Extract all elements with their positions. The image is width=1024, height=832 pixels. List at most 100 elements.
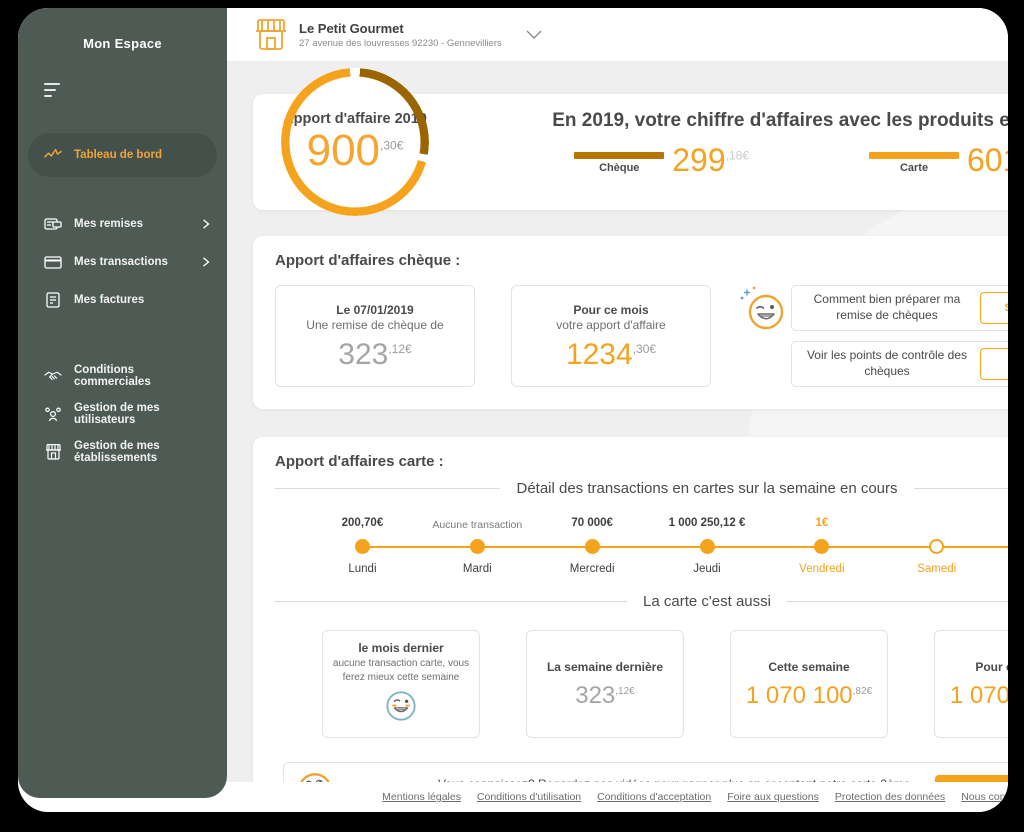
footer-link-faq[interactable]: Foire aux questions (727, 791, 819, 803)
footer-link-nous-contacter[interactable]: Nous contacter (961, 791, 1008, 803)
dashboard-content: Apport d'affaire 2019 900,30€ En 2019, v… (227, 62, 1008, 782)
day-dot[interactable] (585, 539, 600, 554)
card-value: 323,12€ (575, 684, 635, 708)
week-divider-label: Détail des transactions en cartes sur la… (516, 480, 897, 497)
carte-label: Carte (869, 162, 959, 174)
chevron-right-icon (201, 257, 211, 267)
day-label: Lundi (348, 563, 376, 575)
footer-link-mentions-legales[interactable]: Mentions légales (382, 791, 461, 803)
overview-headline: En 2019, votre chiffre d'affaires avec l… (477, 110, 1008, 132)
card-value: 1 070 321,12€ (950, 684, 1008, 708)
footer-link-protection-donnees[interactable]: Protection des données (835, 791, 945, 803)
sidebar-title: Mon Espace (18, 8, 227, 51)
day-dot[interactable] (470, 539, 485, 554)
cheque-section-card: Apport d'affaires chèque : Le 07/01/2019… (253, 236, 1008, 409)
day-value: Aucune transaction (432, 517, 522, 533)
carte-amount: 601,12€ (967, 144, 1008, 176)
last-week-card: La semaine dernière 323,12€ (526, 630, 684, 738)
cheque-label: Chèque (574, 162, 664, 174)
guide-text: Voir les points de contrôle des chèques (804, 348, 970, 379)
card-title: La semaine dernière (547, 660, 663, 674)
winking-face-icon (739, 285, 785, 338)
day-dot[interactable] (700, 539, 715, 554)
storefront-icon (44, 443, 62, 461)
sidebar-item-label: Mes transactions (74, 256, 201, 268)
carte-stat-cards: le mois dernier aucune transaction carte… (275, 630, 1008, 738)
overview-card: Apport d'affaire 2019 900,30€ En 2019, v… (253, 94, 1008, 210)
annual-revenue-gauge: Apport d'affaire 2019 900,30€ (281, 68, 429, 216)
sidebar-item-label: Mes remises (74, 218, 201, 230)
cheque-stat: Chèque 299,18€ (574, 144, 749, 176)
card-title: Cette semaine (768, 660, 849, 674)
voir-button[interactable]: VOIR (980, 348, 1008, 380)
sidebar-item-conditions-commerciales[interactable]: Conditions commerciales (18, 357, 227, 395)
deposit-amount: 323,12€ (338, 340, 411, 370)
app-window: Mon Espace Tableau de bord Mes remises M… (18, 8, 1008, 812)
store-address: 27 avenue des louvresses 92230 - Gennevi… (299, 38, 502, 49)
carte-stat: Carte 601,12€ (869, 144, 1008, 176)
overview-stats: Chèque 299,18€ Carte 601,12€ (477, 144, 1008, 176)
sidebar-item-label: Tableau de bord (74, 149, 162, 161)
card-subtitle: aucune transaction carte, vous ferez mie… (331, 657, 471, 684)
card-title: Pour ce mois (975, 660, 1008, 674)
card-title: le mois dernier (358, 641, 443, 655)
aussi-divider-label: La carte c'est aussi (643, 593, 771, 610)
footer: Mentions légales Conditions d'utilisatio… (227, 782, 1008, 812)
timeline-day-samedi: Samedi (879, 517, 994, 575)
store-info: Le Petit Gourmet 27 avenue des louvresse… (299, 21, 502, 49)
sidebar-item-mes-transactions[interactable]: Mes transactions (18, 243, 227, 281)
timeline-day-dimanche: Dimanche (994, 517, 1008, 575)
sidebar-item-gestion-utilisateurs[interactable]: Gestion de mes utilisateurs (18, 395, 227, 433)
carte-bar (869, 152, 959, 159)
promo-banner: CON3CS Vous connaissez? Regardez nos vid… (283, 762, 1008, 782)
sidebar-item-gestion-etablissements[interactable]: Gestion de mes établissements (18, 433, 227, 471)
day-label: Samedi (917, 563, 956, 575)
footer-link-conditions-acceptation[interactable]: Conditions d'acceptation (597, 791, 711, 803)
gauge-ring (281, 68, 429, 216)
store-icon (253, 19, 289, 51)
day-label: Vendredi (799, 563, 844, 575)
day-dot[interactable] (929, 539, 944, 554)
timeline-day-mercredi: 70 000€ Mercredi (535, 517, 650, 575)
suivez-le-guide-button[interactable]: SUIVEZ LE GUIDE (980, 292, 1008, 324)
sidebar-toggle-icon[interactable] (44, 83, 62, 97)
last-deposit-box: Le 07/01/2019 Une remise de chèque de 32… (275, 285, 475, 387)
handshake-icon (44, 367, 62, 385)
sidebar-item-mes-remises[interactable]: Mes remises (18, 205, 227, 243)
sidebar-item-mes-factures[interactable]: Mes factures (18, 281, 227, 319)
card-value: 1 070 100,82€ (746, 684, 872, 708)
sidebar-menu: Mes remises Mes transactions Mes facture… (18, 205, 227, 471)
deposit-date: Le 07/01/2019 (336, 303, 413, 317)
timeline-day-jeudi: 1 000 250,12 € Jeudi (650, 517, 765, 575)
carte-section-card: Apport d'affaires carte : Détail des tra… (253, 437, 1008, 782)
mettre-a-jour-tpe-button[interactable]: METTRE À JOUR MON TPE (935, 775, 1008, 783)
day-value: 1 000 250,12 € (669, 517, 746, 533)
guide-row-remise: Comment bien préparer ma remise de chèqu… (791, 285, 1008, 331)
invoice-icon (44, 291, 62, 309)
day-dot[interactable] (814, 539, 829, 554)
timeline-day-lundi: 200,70€ Lundi (305, 517, 420, 575)
worried-face-icon (385, 690, 417, 727)
deposit-icon (44, 215, 62, 233)
sidebar: Mon Espace Tableau de bord Mes remises M… (18, 8, 227, 798)
sidebar-item-tableau-de-bord[interactable]: Tableau de bord (28, 133, 217, 177)
top-bar: Le Petit Gourmet 27 avenue des louvresse… (227, 8, 1008, 62)
month-amount: 1234,30€ (566, 340, 656, 370)
week-divider: Détail des transactions en cartes sur la… (275, 480, 1008, 497)
day-label: Mardi (463, 563, 492, 575)
main-area: Le Petit Gourmet 27 avenue des louvresse… (227, 8, 1008, 812)
last-month-card: le mois dernier aucune transaction carte… (322, 630, 480, 738)
sidebar-item-label: Gestion de mes utilisateurs (74, 402, 211, 426)
footer-link-conditions-utilisation[interactable]: Conditions d'utilisation (477, 791, 581, 803)
aussi-divider: La carte c'est aussi (275, 593, 1008, 610)
guide-row-controle: Voir les points de contrôle des chèques … (791, 341, 1008, 387)
month-caption: votre apport d'affaire (556, 318, 665, 332)
day-label: Mercredi (570, 563, 615, 575)
guide-text: Comment bien préparer ma remise de chèqu… (804, 292, 970, 323)
store-selector[interactable]: Le Petit Gourmet 27 avenue des louvresse… (253, 19, 542, 51)
dashboard-chart-icon (44, 146, 62, 164)
day-dot[interactable] (355, 539, 370, 554)
timeline-day-vendredi: 1€ Vendredi (764, 517, 879, 575)
surprised-face-icon (296, 771, 334, 782)
sidebar-item-label: Conditions commerciales (74, 364, 211, 388)
